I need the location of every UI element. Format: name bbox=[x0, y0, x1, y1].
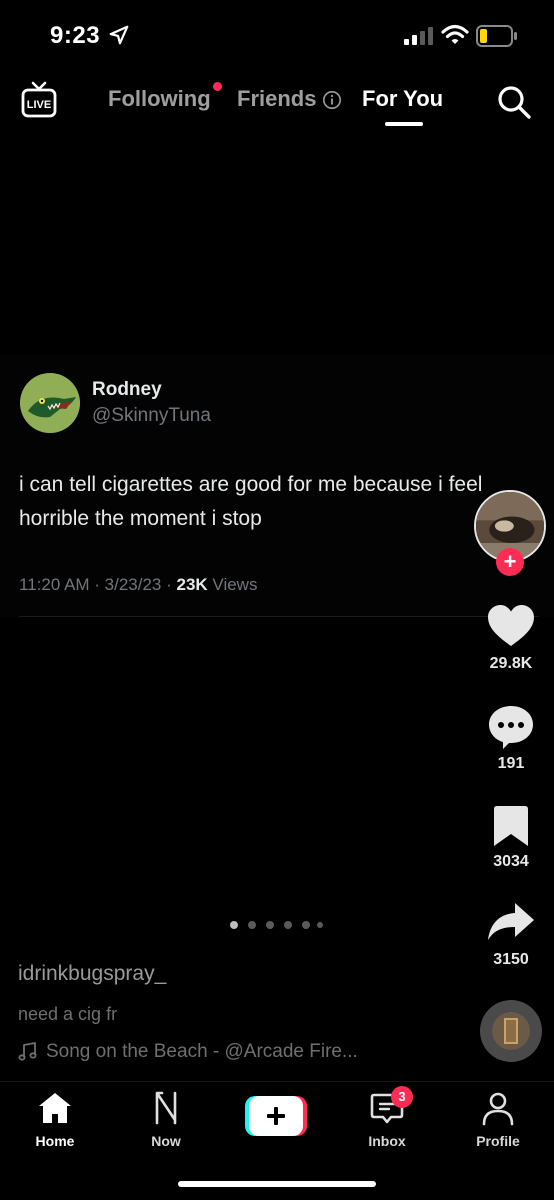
tweet-views-label: Views bbox=[207, 575, 258, 594]
following-notification-dot bbox=[213, 82, 222, 91]
signal-icon bbox=[404, 27, 433, 45]
tweet-avatar bbox=[20, 373, 80, 433]
tab-following[interactable]: Following bbox=[108, 86, 211, 112]
music-disc[interactable] bbox=[480, 1000, 542, 1062]
nav-home-label: Home bbox=[35, 1133, 75, 1149]
tweet-author-handle: @SkinnyTuna bbox=[92, 405, 211, 426]
status-bar: 9:23 bbox=[0, 0, 554, 70]
tweet-divider bbox=[19, 616, 539, 617]
nav-profile[interactable]: Profile bbox=[453, 1090, 543, 1150]
comment-count: 191 bbox=[497, 755, 525, 772]
top-nav: LIVE Following Friends For You bbox=[0, 70, 554, 130]
now-icon bbox=[155, 1091, 177, 1125]
heart-icon[interactable] bbox=[487, 604, 535, 648]
share-icon[interactable] bbox=[487, 902, 535, 942]
live-tv-icon[interactable]: LIVE bbox=[20, 80, 58, 120]
carousel-dot bbox=[284, 921, 292, 929]
bookmark-icon[interactable] bbox=[493, 805, 529, 847]
carousel-dot bbox=[266, 921, 274, 929]
live-label: LIVE bbox=[27, 99, 51, 111]
carousel-dot bbox=[248, 921, 256, 929]
carousel-dot bbox=[317, 922, 323, 928]
nav-home[interactable]: Home bbox=[10, 1090, 100, 1150]
tab-friends[interactable]: Friends bbox=[237, 86, 316, 112]
tweet-views-count: 23K bbox=[176, 575, 208, 594]
music-disc-cover bbox=[480, 1000, 542, 1062]
carousel-dots bbox=[228, 921, 328, 931]
nav-inbox[interactable]: 3 Inbox bbox=[342, 1086, 432, 1150]
post-username[interactable]: idrinkbugspray_ bbox=[18, 962, 166, 986]
nav-now-label: Now bbox=[151, 1133, 181, 1149]
home-icon bbox=[39, 1093, 71, 1123]
inbox-badge: 3 bbox=[391, 1086, 413, 1108]
create-plus-icon[interactable] bbox=[245, 1096, 307, 1136]
tweet-author-name: Rodney bbox=[92, 379, 162, 400]
wifi-icon bbox=[441, 24, 469, 44]
tweet-timestamp: 11:20 AM · 3/23/23 · bbox=[19, 575, 177, 594]
carousel-dot bbox=[302, 921, 310, 929]
post-caption: need a cig fr bbox=[18, 1004, 118, 1024]
tweet-text: i can tell cigarettes are good for me be… bbox=[19, 473, 483, 530]
share-count: 3150 bbox=[493, 951, 529, 968]
status-time: 9:23 bbox=[50, 22, 101, 49]
carousel-dot bbox=[230, 921, 238, 929]
location-arrow-icon bbox=[109, 25, 129, 45]
tab-for-you[interactable]: For You bbox=[362, 86, 443, 112]
bookmark-count: 3034 bbox=[493, 853, 529, 870]
search-icon[interactable] bbox=[496, 84, 532, 120]
info-icon[interactable] bbox=[322, 90, 342, 110]
active-tab-indicator bbox=[385, 122, 423, 126]
comment-icon[interactable] bbox=[487, 704, 535, 750]
home-indicator bbox=[178, 1181, 376, 1187]
profile-icon bbox=[482, 1092, 514, 1126]
nav-inbox-label: Inbox bbox=[368, 1133, 406, 1149]
music-note-icon bbox=[18, 1042, 37, 1061]
nav-profile-label: Profile bbox=[476, 1133, 520, 1149]
follow-plus-button[interactable]: + bbox=[496, 548, 524, 576]
tweet-meta: 11:20 AM · 3/23/23 · 23K Views bbox=[19, 575, 257, 595]
song-link[interactable]: Song on the Beach - @Arcade Fire... bbox=[46, 1041, 358, 1063]
nav-now[interactable]: Now bbox=[121, 1090, 211, 1150]
battery-icon bbox=[476, 25, 517, 47]
like-count: 29.8K bbox=[489, 655, 533, 672]
gator-avatar-image bbox=[20, 373, 80, 433]
